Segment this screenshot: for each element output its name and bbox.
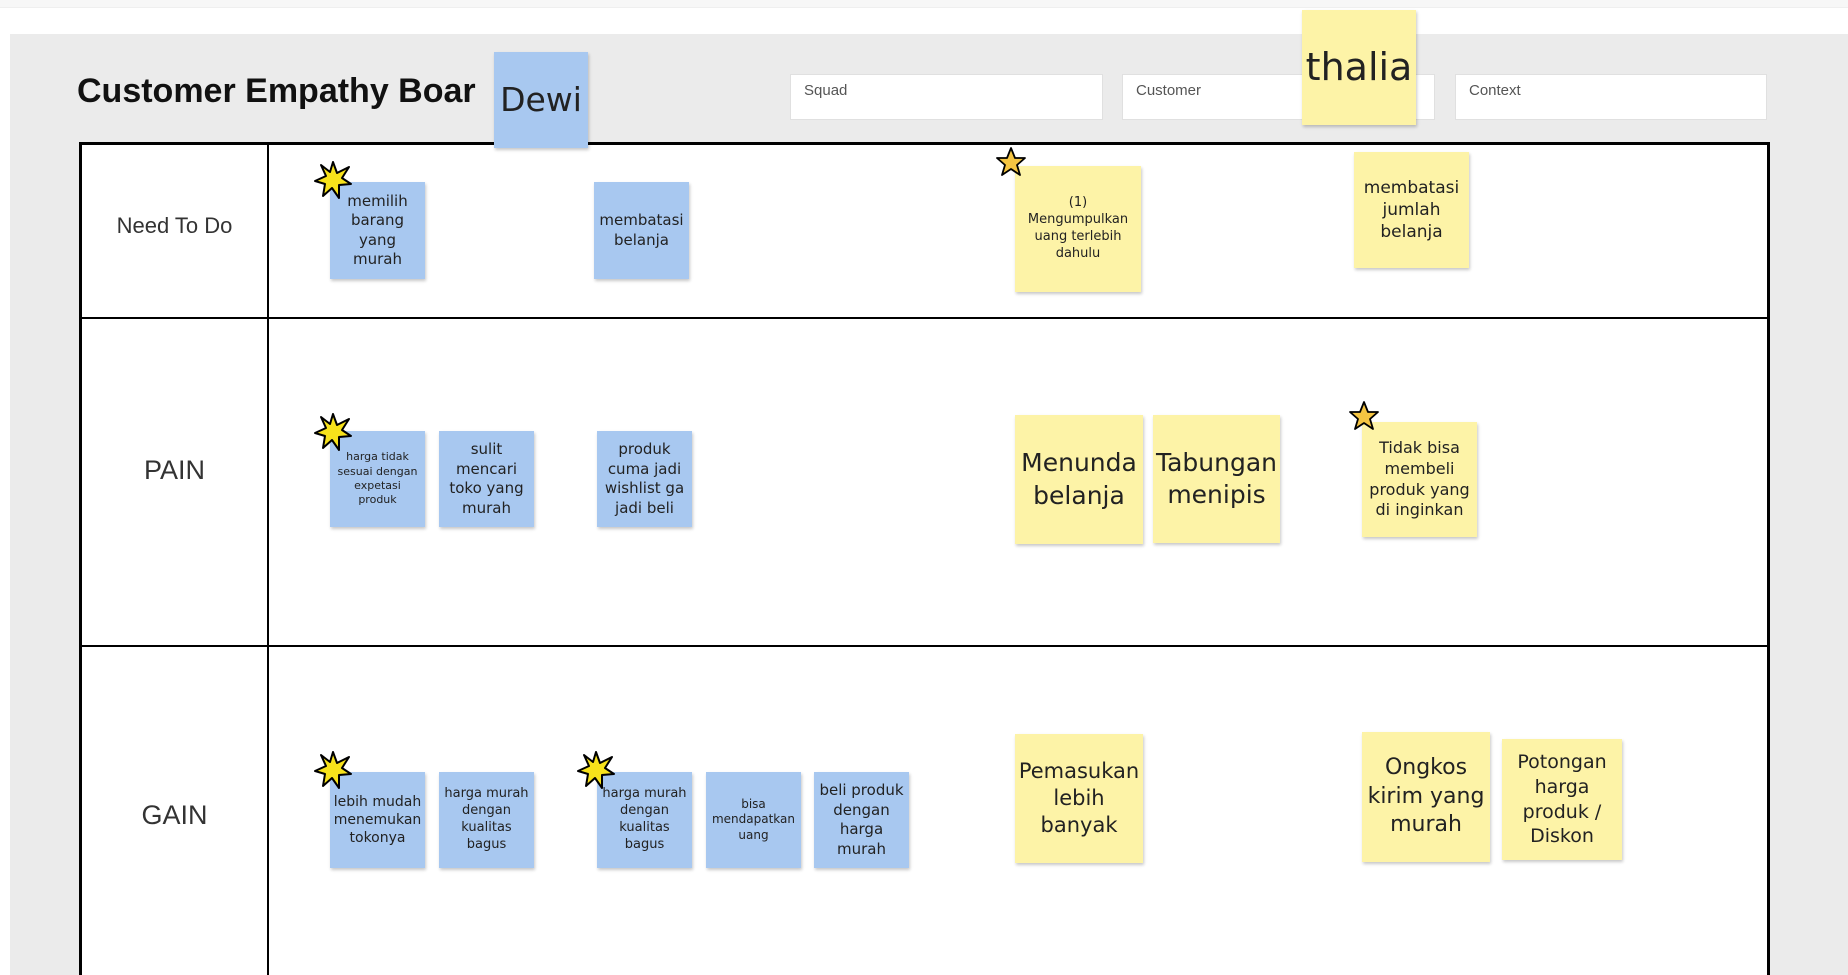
row-label-gain: GAIN	[141, 800, 208, 830]
board-title: Customer Empathy Boar	[77, 72, 476, 110]
star-burst-icon[interactable]	[313, 160, 353, 200]
grid-divider-row-2	[79, 645, 1770, 647]
sticky-note[interactable]: (1) Mengumpulkan uang terlebih dahulu	[1015, 166, 1141, 292]
sticky-note[interactable]: Ongkos kirim yang murah	[1362, 732, 1490, 862]
row-label-need-to-do: Need To Do	[116, 213, 233, 238]
grid-divider-vertical	[267, 142, 269, 975]
context-field-label: Context	[1469, 82, 1521, 99]
squad-field[interactable]: Squad	[790, 74, 1103, 120]
context-field[interactable]: Context	[1455, 74, 1767, 120]
customer-field-label: Customer	[1136, 82, 1202, 99]
grid-divider-row-1	[79, 317, 1770, 319]
sticky-note[interactable]: produk cuma jadi wishlist ga jadi beli	[597, 431, 692, 527]
star-outline-icon[interactable]	[995, 146, 1027, 178]
name-tag-thalia[interactable]: thalia	[1302, 10, 1416, 125]
star-burst-icon[interactable]	[576, 750, 616, 790]
sticky-note[interactable]: membatasi jumlah belanja	[1354, 152, 1469, 268]
row-label-pain: PAIN	[143, 455, 205, 485]
sticky-note[interactable]: sulit mencari toko yang murah	[439, 431, 534, 527]
squad-field-label: Squad	[804, 82, 848, 99]
sticky-note[interactable]: Pemasukan lebih banyak	[1015, 734, 1143, 863]
name-tag-dewi[interactable]: Dewi	[494, 52, 588, 148]
sticky-note[interactable]: membatasi belanja	[594, 182, 689, 279]
sticky-note[interactable]: beli produk dengan harga murah	[814, 772, 909, 868]
top-toolbar-strip	[0, 0, 1848, 8]
star-burst-icon[interactable]	[313, 412, 353, 452]
sticky-note[interactable]: Tidak bisa membeli produk yang di ingink…	[1362, 422, 1477, 537]
sticky-note[interactable]: harga murah dengan kualitas bagus	[439, 772, 534, 868]
star-burst-icon[interactable]	[313, 750, 353, 790]
sticky-note[interactable]: bisa mendapatkan uang	[706, 772, 801, 868]
sticky-note[interactable]: Menunda belanja	[1015, 415, 1143, 544]
sticky-note[interactable]: Tabungan menipis	[1153, 415, 1280, 543]
star-outline-icon[interactable]	[1348, 400, 1380, 432]
sticky-note[interactable]: Potongan harga produk / Diskon	[1502, 739, 1622, 860]
